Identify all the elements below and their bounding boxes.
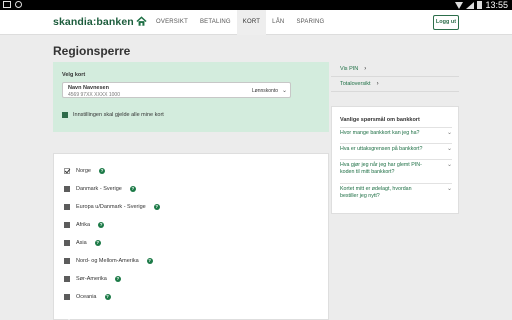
region-row-danmark-sverige[interactable]: Danmark - Sverige ? (64, 186, 136, 192)
status-time: 13:55 (485, 0, 508, 10)
faq-box: Vanlige spørsmål om bankkort Hvor mange … (331, 106, 459, 214)
help-icon[interactable]: ? (153, 204, 160, 210)
side-link-vis-pin[interactable]: Vis PIN › (331, 62, 459, 77)
region-row-afrika[interactable]: Afrika ? (64, 222, 105, 228)
help-icon[interactable]: ? (114, 276, 121, 282)
card-select-label: Velg kort (62, 72, 86, 78)
apply-all-checkbox[interactable] (62, 112, 68, 118)
help-icon[interactable]: ? (98, 222, 105, 228)
side-link-totaloversikt[interactable]: Totaloversikt › (331, 77, 459, 92)
help-icon[interactable]: ? (129, 186, 136, 192)
faq-item-line: Kortet mitt er ødelagt, hvordan (340, 186, 412, 192)
chevron-down-icon: ⌄ (446, 130, 452, 136)
card-select-dropdown[interactable]: Navn Navnesen 4569 97XX XXXX 1000 Lønnsk… (62, 82, 291, 98)
nav-lan[interactable]: LÅN (266, 10, 290, 35)
logout-button[interactable]: Logg ut (433, 15, 459, 30)
page-title: Regionsperre (53, 44, 131, 58)
region-checkbox[interactable] (64, 258, 70, 264)
side-link-label: Vis PIN (340, 66, 359, 72)
region-checkbox[interactable] (64, 168, 70, 174)
region-name: Nord- og Mellom-Amerika (76, 258, 139, 264)
region-row-sor-amerika[interactable]: Sør-Amerika ? (64, 276, 121, 282)
chevron-down-icon: ⌄ (281, 88, 287, 94)
region-name: Afrika (76, 222, 91, 228)
region-checkbox[interactable] (64, 294, 70, 300)
status-bar: 13:55 (0, 0, 512, 10)
skandiabanken-logo[interactable]: skandia:banken (53, 16, 134, 28)
chevron-right-icon: › (364, 66, 367, 72)
region-checkbox[interactable] (64, 222, 70, 228)
faq-title: Vanlige spørsmål om bankkort (340, 117, 420, 123)
help-icon[interactable]: ? (98, 168, 105, 174)
signal-icon (466, 1, 475, 9)
region-row-oceania[interactable]: Oceania ? (64, 294, 111, 300)
nav-sparing[interactable]: SPARING (290, 10, 330, 35)
card-select-panel: Velg kort Navn Navnesen 4569 97XX XXXX 1… (53, 62, 329, 132)
chevron-down-icon: ⌄ (446, 162, 452, 168)
side-link-label: Totaloversikt (340, 81, 371, 87)
faq-item-line: Hva er uttaksgrensen på bankkort? (340, 146, 423, 152)
region-checkbox[interactable] (64, 276, 70, 282)
faq-item-line: bestiller jeg nytt? (340, 193, 380, 199)
help-icon[interactable]: ? (94, 240, 101, 246)
panel-pointer (62, 313, 76, 320)
region-row-norge[interactable]: Norge ? (64, 168, 105, 174)
battery-icon (477, 1, 483, 9)
card-number: 4569 97XX XXXX 1000 (68, 91, 120, 98)
chevron-down-icon: ⌄ (446, 146, 452, 152)
chevron-right-icon: › (376, 81, 379, 87)
apply-all-cards-row[interactable]: Innstillingen skal gjelde alle mine kort (62, 112, 164, 118)
region-name: Asia (76, 240, 87, 246)
faq-item[interactable]: Hva gjør jeg når jeg har glemt PIN- kode… (340, 159, 452, 179)
status-notifications (3, 1, 22, 8)
top-navigation: skandia:banken OVERSIKT BETALING KORT LÅ… (0, 10, 512, 35)
wifi-icon (455, 1, 464, 9)
region-row-nord-mellom-amerika[interactable]: Nord- og Mellom-Amerika ? (64, 258, 153, 264)
region-row-asia[interactable]: Asia ? (64, 240, 101, 246)
side-links: Vis PIN › Totaloversikt › (331, 62, 459, 92)
main-nav: OVERSIKT BETALING KORT LÅN SPARING (150, 10, 330, 35)
help-icon[interactable]: ? (104, 294, 111, 300)
region-checkbox[interactable] (64, 186, 70, 192)
region-checkbox[interactable] (64, 204, 70, 210)
card-account-type: Lønnskonto (251, 88, 278, 94)
region-row-europa[interactable]: Europa u/Danmark - Sverige ? (64, 204, 160, 210)
nav-kort[interactable]: KORT (236, 10, 267, 35)
region-name: Danmark - Sverige (76, 186, 122, 192)
region-name: Sør-Amerika (76, 276, 107, 282)
region-name: Oceania (76, 294, 97, 300)
faq-item-line: koden til mitt bankkort? (340, 169, 395, 175)
faq-item[interactable]: Hvor mange bankkort kan jeg ha? ⌄ (340, 127, 452, 139)
status-system: 13:55 (455, 0, 508, 10)
region-list: Norge ? Danmark - Sverige ? Europa u/Dan… (53, 153, 329, 320)
region-checkbox[interactable] (64, 240, 70, 246)
image-notification-icon (3, 1, 11, 8)
card-holder-name: Navn Navnesen (68, 85, 109, 91)
faq-item-line: Hvor mange bankkort kan jeg ha? (340, 130, 420, 136)
help-icon[interactable]: ? (146, 258, 153, 264)
region-name: Europa u/Danmark - Sverige (76, 204, 146, 210)
logo-text-left: skandia (53, 16, 93, 28)
region-name: Norge (76, 168, 91, 174)
logo-text-right: banken (96, 16, 134, 28)
chevron-down-icon: ⌄ (446, 186, 452, 192)
cloud-notification-icon (15, 1, 22, 8)
apply-all-label: Innstillingen skal gjelde alle mine kort (73, 112, 164, 118)
home-icon[interactable] (136, 16, 147, 27)
faq-item-line: Hva gjør jeg når jeg har glemt PIN- (340, 162, 422, 168)
nav-oversikt[interactable]: OVERSIKT (150, 10, 194, 35)
nav-betaling[interactable]: BETALING (194, 10, 237, 35)
faq-item[interactable]: Kortet mitt er ødelagt, hvordan bestille… (340, 183, 452, 203)
faq-item[interactable]: Hva er uttaksgrensen på bankkort? ⌄ (340, 143, 452, 155)
